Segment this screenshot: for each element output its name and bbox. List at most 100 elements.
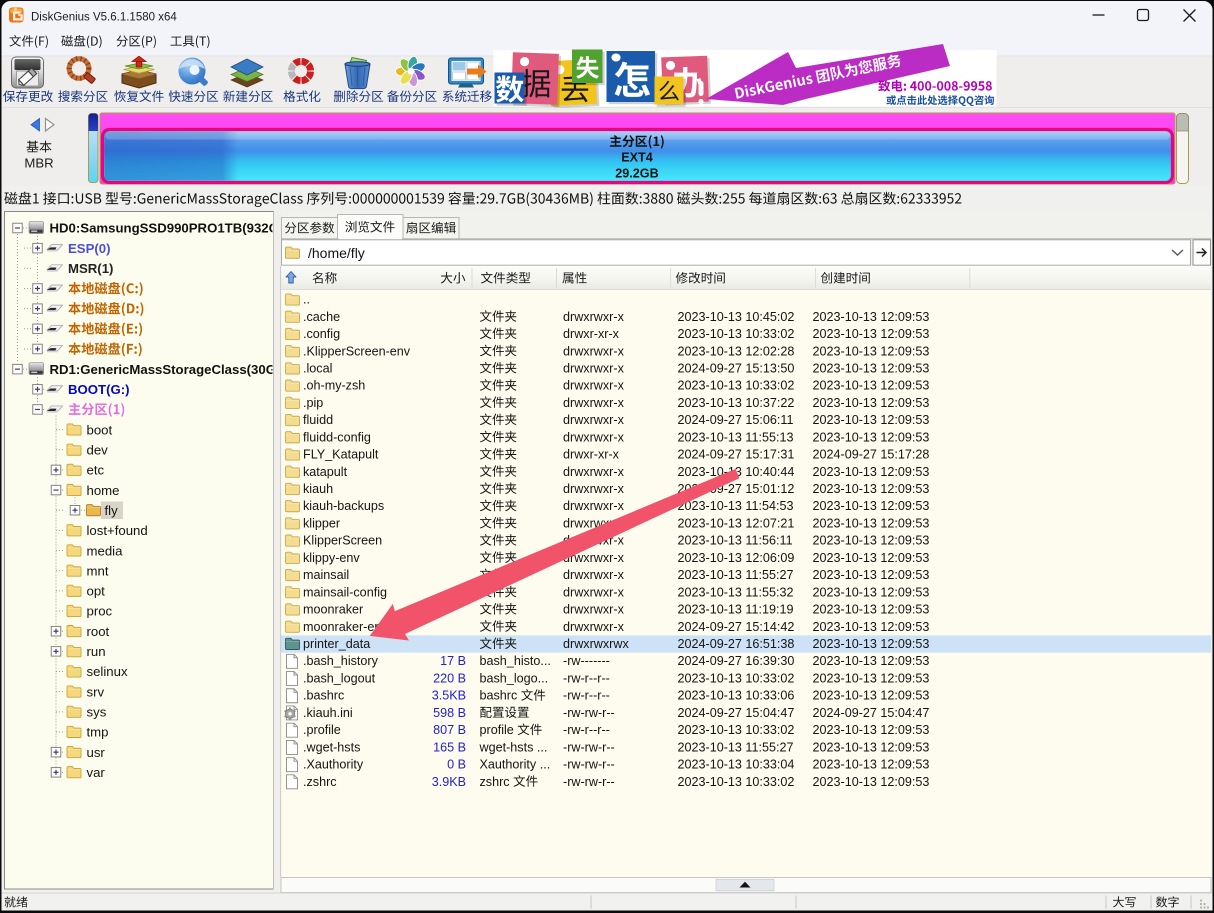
svg-text:media: media — [87, 543, 124, 558]
svg-text:2023-10-13 12:09:53: 2023-10-13 12:09:53 — [813, 723, 930, 737]
svg-text:2024-09-27 15:13:50: 2024-09-27 15:13:50 — [678, 361, 795, 375]
svg-text:drwxr-xr-x: drwxr-xr-x — [563, 327, 620, 341]
svg-text:2023-10-13 12:02:28: 2023-10-13 12:02:28 — [678, 344, 795, 358]
svg-text:2023-10-13 12:09:53: 2023-10-13 12:09:53 — [813, 516, 930, 530]
svg-text:-rw-rw-r--: -rw-rw-r-- — [563, 740, 615, 754]
svg-text:MBR: MBR — [24, 156, 53, 171]
svg-text:drwxrwxr-x: drwxrwxr-x — [563, 585, 625, 599]
svg-text:drwxrwxr-x: drwxrwxr-x — [563, 603, 625, 617]
svg-text:2023-10-13 10:33:06: 2023-10-13 10:33:06 — [678, 689, 795, 703]
svg-text:17 B: 17 B — [440, 654, 466, 668]
svg-text:fly: fly — [105, 503, 119, 518]
svg-text:2023-10-13 12:09:53: 2023-10-13 12:09:53 — [813, 361, 930, 375]
svg-text:drwxrwxr-x: drwxrwxr-x — [563, 430, 625, 444]
svg-text:bash_histo...: bash_histo... — [480, 654, 551, 668]
svg-text:807 B: 807 B — [433, 723, 466, 737]
svg-text:2023-10-13 11:56:11: 2023-10-13 11:56:11 — [678, 534, 793, 548]
svg-text:mainsail-config: mainsail-config — [303, 585, 387, 599]
svg-text:.zshrc: .zshrc — [303, 775, 337, 789]
svg-text:2023-10-13 12:09:53: 2023-10-13 12:09:53 — [813, 534, 930, 548]
svg-text:2023-10-13 12:09:53: 2023-10-13 12:09:53 — [813, 551, 930, 565]
svg-text:.bash_history: .bash_history — [303, 654, 379, 668]
svg-text:2023-10-13 10:33:02: 2023-10-13 10:33:02 — [678, 723, 795, 737]
svg-text:-rw-rw-r--: -rw-rw-r-- — [563, 775, 615, 789]
svg-text:var: var — [87, 765, 106, 780]
svg-text:2023-10-13 10:33:02: 2023-10-13 10:33:02 — [678, 379, 795, 393]
svg-text:drwxrwxr-x: drwxrwxr-x — [563, 568, 625, 582]
svg-text:/home/fly: /home/fly — [308, 245, 365, 261]
svg-text:-rw-------: -rw------- — [563, 654, 610, 668]
svg-text:sys: sys — [87, 705, 107, 720]
svg-text:wget-hsts ...: wget-hsts ... — [479, 740, 548, 754]
svg-text:.bash_logout: .bash_logout — [303, 671, 376, 685]
svg-text:root: root — [87, 624, 110, 639]
svg-text:2023-10-13 10:33:02: 2023-10-13 10:33:02 — [678, 671, 795, 685]
svg-text:2024-09-27 15:17:31: 2024-09-27 15:17:31 — [678, 448, 795, 462]
svg-text:2023-10-13 12:09:53: 2023-10-13 12:09:53 — [813, 430, 930, 444]
svg-text:boot: boot — [87, 422, 113, 437]
svg-text:bash_logo...: bash_logo... — [480, 671, 549, 685]
svg-text:2023-10-13 12:09:53: 2023-10-13 12:09:53 — [813, 603, 930, 617]
svg-text:.profile: .profile — [303, 723, 341, 737]
svg-text:lost+found: lost+found — [87, 523, 148, 538]
svg-text:drwxrwxrwx: drwxrwxrwx — [563, 637, 629, 651]
svg-text:2023-10-13 10:33:04: 2023-10-13 10:33:04 — [678, 758, 795, 772]
svg-text:RD1:GenericMassStorageClass(30: RD1:GenericMassStorageClass(30GB) — [50, 362, 290, 377]
svg-text:FLY_Katapult: FLY_Katapult — [303, 448, 379, 462]
svg-text:2023-10-13 11:55:27: 2023-10-13 11:55:27 — [678, 740, 794, 754]
svg-text:.bashrc: .bashrc — [303, 689, 344, 703]
svg-text:bashrc: bashrc — [480, 689, 521, 703]
svg-text:drwxrwxr-x: drwxrwxr-x — [563, 344, 625, 358]
svg-text:.KlipperScreen-env: .KlipperScreen-env — [303, 344, 411, 358]
svg-text:2023-10-13 10:45:02: 2023-10-13 10:45:02 — [678, 310, 795, 324]
svg-text:-rw-rw-r--: -rw-rw-r-- — [563, 758, 615, 772]
svg-text:.wget-hsts: .wget-hsts — [303, 740, 360, 754]
svg-text:.kiauh.ini: .kiauh.ini — [303, 706, 353, 720]
svg-text:profile: profile — [480, 723, 518, 737]
svg-text:2023-10-13 12:09:53: 2023-10-13 12:09:53 — [813, 396, 930, 410]
svg-text:DiskGenius V5.6.1.1580 x64: DiskGenius V5.6.1.1580 x64 — [31, 11, 177, 23]
svg-text:2023-10-13 12:09:53: 2023-10-13 12:09:53 — [813, 585, 930, 599]
svg-text:2023-10-13 12:09:53: 2023-10-13 12:09:53 — [813, 568, 930, 582]
svg-text:2023-10-13 12:07:21: 2023-10-13 12:07:21 — [678, 516, 795, 530]
svg-text:home: home — [87, 483, 120, 498]
svg-text:drwxrwxr-x: drwxrwxr-x — [563, 396, 625, 410]
svg-text:2024-09-27 15:06:11: 2024-09-27 15:06:11 — [678, 413, 794, 427]
svg-text:2024-09-27 15:04:47: 2024-09-27 15:04:47 — [813, 706, 930, 720]
svg-text:0 B: 0 B — [447, 758, 466, 772]
svg-text:.cache: .cache — [303, 310, 340, 324]
svg-text:drwxrwxr-x: drwxrwxr-x — [563, 413, 625, 427]
svg-text:proc: proc — [87, 604, 113, 619]
svg-text:2023-10-13 12:06:09: 2023-10-13 12:06:09 — [678, 551, 795, 565]
svg-text:2023-10-13 12:09:53: 2023-10-13 12:09:53 — [813, 671, 930, 685]
svg-text:printer_data: printer_data — [303, 637, 370, 651]
svg-text:2023-10-13 12:09:53: 2023-10-13 12:09:53 — [813, 620, 930, 634]
svg-text:mnt: mnt — [87, 563, 109, 578]
svg-text:2023-10-13 11:55:27: 2023-10-13 11:55:27 — [678, 568, 794, 582]
svg-text:2024-09-27 15:14:42: 2024-09-27 15:14:42 — [678, 620, 795, 634]
svg-text:2023-10-13 10:33:02: 2023-10-13 10:33:02 — [678, 775, 795, 789]
svg-text:2023-10-13 10:37:22: 2023-10-13 10:37:22 — [678, 396, 795, 410]
svg-text:2023-10-13 12:09:53: 2023-10-13 12:09:53 — [813, 499, 930, 513]
svg-text:3.5KB: 3.5KB — [432, 689, 466, 703]
svg-text:ESP(0): ESP(0) — [68, 241, 111, 256]
svg-text:run: run — [87, 644, 106, 659]
svg-text:BOOT(G:): BOOT(G:) — [68, 382, 130, 397]
svg-text:.oh-my-zsh: .oh-my-zsh — [303, 379, 365, 393]
svg-text:220 B: 220 B — [433, 671, 466, 685]
svg-text:moonraker: moonraker — [303, 603, 363, 617]
svg-text:HD0:SamsungSSD990PRO1TB(932GB): HD0:SamsungSSD990PRO1TB(932GB) — [50, 221, 293, 236]
svg-text:drwxrwxr-x: drwxrwxr-x — [563, 482, 625, 496]
svg-text:2023-10-13 12:09:53: 2023-10-13 12:09:53 — [813, 379, 930, 393]
svg-text:.pip: .pip — [303, 396, 323, 410]
svg-text:MSR(1): MSR(1) — [68, 261, 113, 276]
svg-text:-rw-r--r--: -rw-r--r-- — [563, 671, 610, 685]
svg-text:598 B: 598 B — [433, 706, 466, 720]
svg-text:2023-10-13 10:33:02: 2023-10-13 10:33:02 — [678, 327, 795, 341]
svg-text:2023-10-13 12:09:53: 2023-10-13 12:09:53 — [813, 327, 930, 341]
svg-text:2023-10-13 12:09:53: 2023-10-13 12:09:53 — [813, 654, 930, 668]
svg-text:tmp: tmp — [87, 725, 109, 740]
svg-text:Xauthority ...: Xauthority ... — [480, 758, 551, 772]
svg-text:.local: .local — [303, 361, 332, 375]
svg-text:2023-10-13 12:09:53: 2023-10-13 12:09:53 — [813, 775, 930, 789]
